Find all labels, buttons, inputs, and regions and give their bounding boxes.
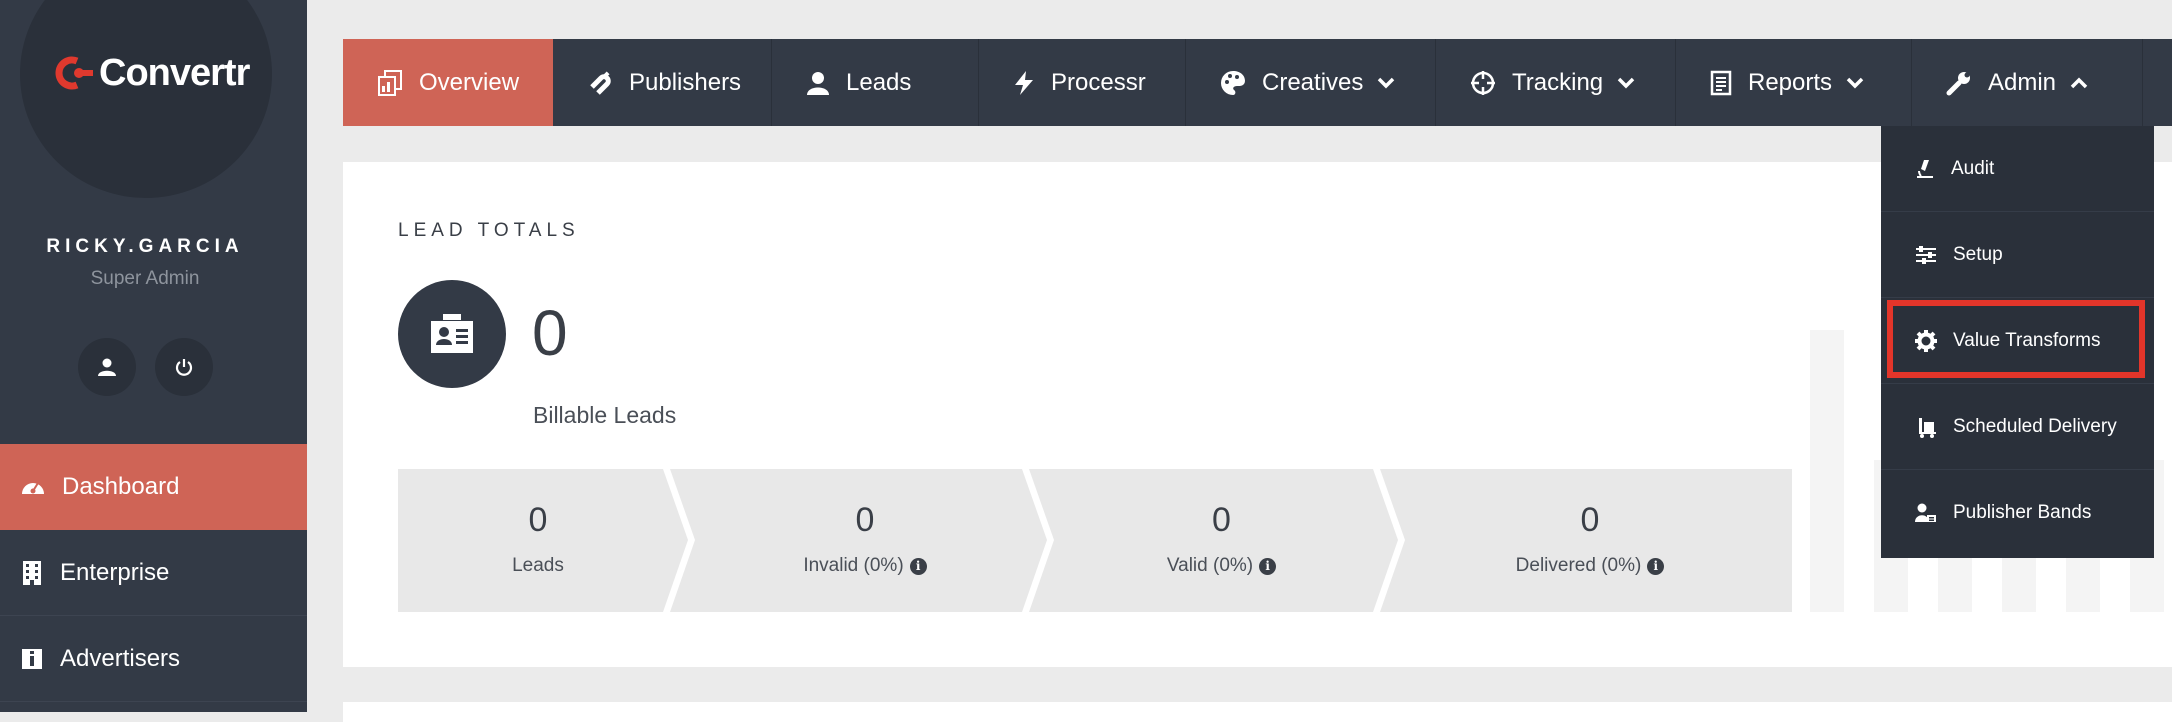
tab-processr[interactable]: Processr xyxy=(979,39,1186,126)
user-icon xyxy=(807,71,829,95)
convertr-logo-icon xyxy=(55,56,93,90)
stat-value: 0 xyxy=(1580,501,1600,539)
tab-leads[interactable]: Leads xyxy=(772,39,979,126)
tab-label: Admin xyxy=(1988,68,2057,96)
logout-button[interactable] xyxy=(155,338,213,396)
lead-stats-strip: 0 Leads 0 Invalid (0%) i 0 Valid (0%) i 0 … xyxy=(398,469,1792,612)
brand-name: Convertr xyxy=(99,51,250,94)
publisher-band-icon xyxy=(1915,503,1936,522)
chevron-down-icon xyxy=(1378,77,1395,88)
tab-label: Reports xyxy=(1748,68,1833,96)
sidebar: Convertr RICKY.GARCIA Super Admin Dashbo… xyxy=(0,0,307,712)
user-role: Super Admin xyxy=(90,268,200,289)
menu-item-audit[interactable]: Audit xyxy=(1881,126,2154,212)
stat-value: 0 xyxy=(528,501,548,539)
menu-item-publisher-bands[interactable]: Publisher Bands xyxy=(1881,470,2154,556)
wrench-icon xyxy=(1946,71,1970,95)
sidebar-item-label: Dashboard xyxy=(62,473,180,500)
microscope-icon xyxy=(1917,159,1933,178)
sidebar-item-label: Advertisers xyxy=(60,644,181,672)
magnet-icon xyxy=(590,70,611,95)
section-title: LEAD TOTALS xyxy=(398,220,580,241)
menu-item-label: Publisher Bands xyxy=(1953,502,2092,523)
sidebar-item-label: Enterprise xyxy=(60,558,170,586)
dashboard-icon xyxy=(22,482,44,494)
brand-logo[interactable]: Convertr xyxy=(55,51,250,94)
palette-icon xyxy=(1221,70,1245,95)
tab-overview[interactable]: Overview xyxy=(343,39,553,126)
stat-valid: 0 Valid (0%) i xyxy=(1054,469,1389,612)
power-icon xyxy=(175,359,193,376)
tab-label: Tracking xyxy=(1512,68,1604,96)
stat-label: Valid (0%) xyxy=(1166,555,1254,576)
chevron-down-icon xyxy=(1617,77,1635,88)
top-navbar: Overview Publishers Leads Processr Creat… xyxy=(343,39,2172,126)
sliders-icon xyxy=(1916,245,1936,264)
info-icon[interactable]: i xyxy=(1647,557,1665,575)
tab-reports[interactable]: Reports xyxy=(1676,39,1912,126)
tab-label: Processr xyxy=(1051,68,1146,96)
tab-label: Publishers xyxy=(629,68,742,96)
tab-label: Leads xyxy=(846,68,912,96)
billable-leads-badge xyxy=(398,280,506,388)
stat-value: 0 xyxy=(855,501,875,539)
stat-label: Delivered (0%) xyxy=(1515,555,1642,576)
tab-label: Creatives xyxy=(1262,68,1364,96)
stat-leads: 0 Leads xyxy=(398,469,678,612)
stat-invalid: 0 Invalid (0%) i xyxy=(695,469,1035,612)
delivery-icon xyxy=(1919,417,1936,438)
address-card-icon xyxy=(431,314,473,353)
overview-icon xyxy=(378,69,402,96)
tab-tracking[interactable]: Tracking xyxy=(1436,39,1676,126)
bolt-icon xyxy=(1015,70,1033,95)
sidebar-item-dashboard[interactable]: Dashboard xyxy=(0,444,307,530)
crosshair-icon xyxy=(1471,70,1495,95)
building-icon xyxy=(23,560,41,585)
tab-publishers[interactable]: Publishers xyxy=(553,39,772,126)
billable-leads-value: 0 xyxy=(532,297,568,369)
logo-circle xyxy=(20,0,272,198)
stat-delivered: 0 Delivered (0%) i xyxy=(1405,469,1775,612)
menu-item-label: Setup xyxy=(1953,243,2003,265)
sidebar-item-advertisers[interactable]: Advertisers xyxy=(0,616,307,702)
menu-item-scheduled-delivery[interactable]: Scheduled Delivery xyxy=(1881,384,2154,470)
secondary-panel xyxy=(343,702,2172,722)
billable-leads-label: Billable Leads xyxy=(533,402,677,428)
user-icon xyxy=(98,358,116,376)
report-icon xyxy=(1710,70,1732,95)
value-transforms-highlight xyxy=(1887,300,2145,378)
menu-item-setup[interactable]: Setup xyxy=(1881,212,2154,298)
tab-label: Overview xyxy=(419,68,520,96)
menu-item-label: Audit xyxy=(1951,157,1995,179)
chevron-down-icon xyxy=(1846,77,1864,88)
user-name: RICKY.GARCIA xyxy=(46,236,244,257)
info-icon[interactable]: i xyxy=(1259,557,1277,575)
menu-item-label: Scheduled Delivery xyxy=(1953,415,2117,437)
profile-button[interactable] xyxy=(78,338,136,396)
sidebar-item-enterprise[interactable]: Enterprise xyxy=(0,530,307,616)
tab-creatives[interactable]: Creatives xyxy=(1186,39,1436,126)
chevron-up-icon xyxy=(2070,77,2088,88)
stat-label: Leads xyxy=(512,555,564,576)
advertiser-icon xyxy=(22,648,42,669)
tab-admin[interactable]: Admin xyxy=(1912,39,2143,126)
stat-label: Invalid (0%) xyxy=(803,555,904,576)
stat-value: 0 xyxy=(1212,501,1231,539)
info-icon[interactable]: i xyxy=(909,557,927,575)
